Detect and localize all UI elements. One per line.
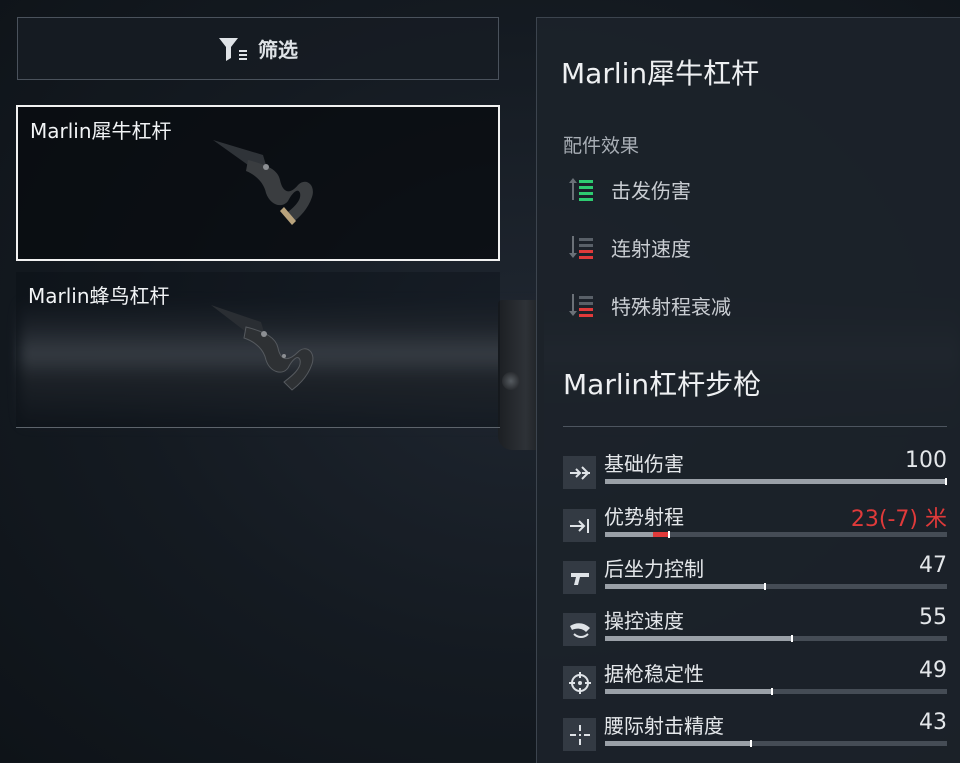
hipfire-icon	[569, 724, 590, 745]
recoil-icon	[570, 572, 589, 585]
stat-label: 腰际射击精度	[604, 714, 724, 738]
attachment-card-selected[interactable]: Marlin犀牛杠杆	[16, 105, 500, 261]
stat-label: 优势射程	[604, 505, 684, 529]
effect-label: 击发伤害	[611, 178, 691, 203]
stat-decrease-icon	[569, 236, 593, 259]
effect-label: 连射速度	[611, 236, 691, 261]
attachment-card[interactable]: Marlin蜂鸟杠杆	[16, 272, 500, 428]
attachment-detail-panel: Marlin犀牛杠杆 配件效果 击发伤害 连射速度 特殊射程衰减 Marlin杠…	[536, 17, 960, 763]
filter-label: 筛选	[258, 38, 298, 62]
stat-row-hipfire: 腰际射击精度 43	[563, 710, 947, 760]
stat-value: 43	[919, 710, 947, 735]
handling-icon	[569, 622, 590, 638]
stat-increase-icon	[569, 178, 593, 201]
lever-attachment-image	[213, 140, 313, 225]
damage-icon	[569, 465, 590, 480]
stat-row-damage: 基础伤害 100	[563, 448, 947, 498]
lever-attachment-image	[211, 305, 314, 391]
stat-row-recoil: 后坐力控制 47	[563, 553, 947, 603]
attachment-title: Marlin犀牛杠杆	[561, 57, 760, 90]
stat-label: 据枪稳定性	[604, 662, 704, 686]
stat-value: 23(-7) 米	[850, 507, 947, 532]
stat-value: 55	[919, 605, 947, 630]
stat-value: 49	[919, 658, 947, 683]
filter-icon	[219, 37, 247, 61]
stat-label: 操控速度	[604, 609, 684, 633]
effect-item: 特殊射程衰减	[569, 290, 731, 320]
stat-label: 后坐力控制	[604, 557, 704, 581]
stat-decrease-icon	[569, 294, 593, 317]
stat-bar	[605, 740, 947, 747]
effect-item: 击发伤害	[569, 174, 691, 204]
weapon-name: Marlin杠杆步枪	[563, 368, 762, 401]
attachment-name: Marlin蜂鸟杠杆	[28, 284, 170, 308]
effect-label: 特殊射程衰减	[611, 294, 731, 319]
background-rifle-screw	[502, 372, 520, 390]
stat-bar	[605, 531, 947, 538]
stat-value: 47	[919, 553, 947, 578]
stat-label: 基础伤害	[604, 452, 684, 476]
stat-bar	[605, 635, 947, 642]
effect-item: 连射速度	[569, 232, 691, 262]
stat-bar	[605, 583, 947, 590]
stat-bar	[605, 478, 947, 485]
stat-bar	[605, 688, 947, 695]
stat-row-range: 优势射程 23(-7) 米	[563, 501, 947, 551]
filter-button[interactable]: 筛选	[17, 17, 499, 80]
stat-row-stability: 据枪稳定性 49	[563, 658, 947, 708]
section-divider	[563, 426, 947, 427]
stat-value: 100	[905, 448, 947, 473]
attachment-name: Marlin犀牛杠杆	[30, 119, 172, 143]
effects-section-label: 配件效果	[563, 135, 640, 157]
range-icon	[569, 518, 589, 533]
stability-icon	[568, 671, 591, 694]
stat-row-handling: 操控速度 55	[563, 605, 947, 655]
